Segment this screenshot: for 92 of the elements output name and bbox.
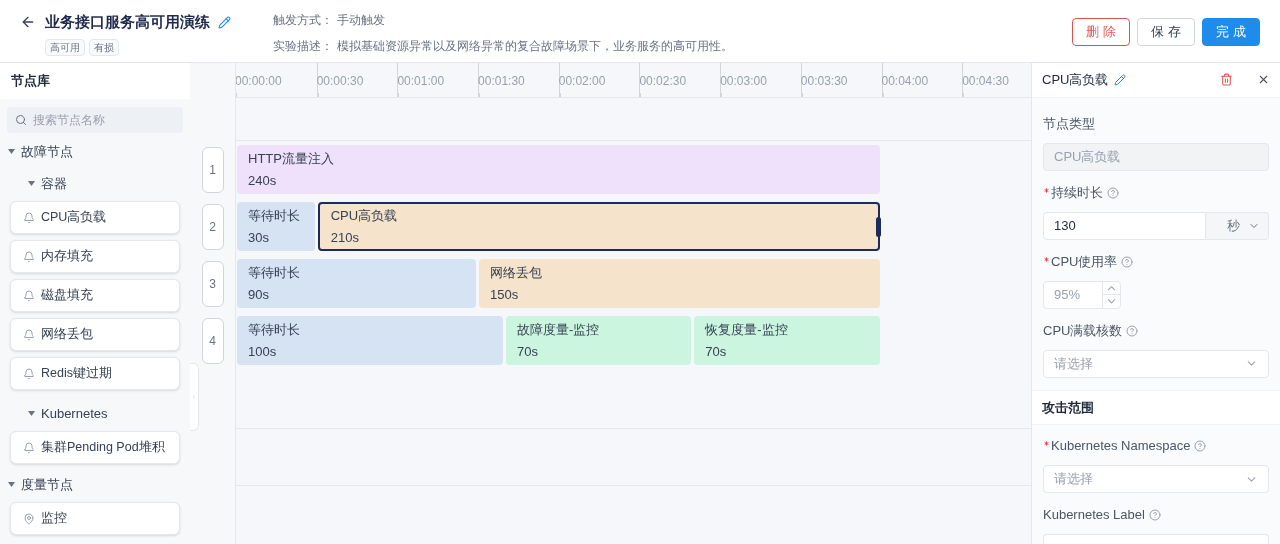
time-tick: 00:03:00 xyxy=(720,73,768,90)
tree-group-label[interactable]: 故障节点 xyxy=(21,141,73,162)
bell-icon xyxy=(23,211,35,224)
lane-number: 4 xyxy=(201,317,224,364)
number-input[interactable]: 95% xyxy=(1044,281,1102,308)
time-tick: 00:02:00 xyxy=(558,73,607,90)
time-tick: 00:00:30 xyxy=(316,73,365,90)
block-name: 故障度量-监控 xyxy=(517,320,601,339)
block-name: CPU高负载 xyxy=(330,206,399,225)
node-item[interactable]: 监控 xyxy=(10,502,180,535)
timeline-block[interactable]: HTTP流量注入 240s xyxy=(237,145,880,194)
search-icon xyxy=(15,114,27,126)
panel-title: 节点库 xyxy=(11,72,50,91)
unit-select[interactable]: 秒 xyxy=(1206,211,1269,240)
timeline-block[interactable]: 网络丢包 150s xyxy=(479,259,880,308)
input-field[interactable] xyxy=(1043,534,1269,544)
tag: 高可用 xyxy=(45,38,85,56)
description: 模拟基础资源异常以及网络异常的复合故障场景下，业务服务的高可用性。 xyxy=(337,38,733,55)
timeline-block[interactable]: 等待时长 100s xyxy=(237,316,503,365)
lane-number: 2 xyxy=(201,203,224,250)
block-duration: 240s xyxy=(248,172,278,190)
tree-group-label[interactable]: 容器 xyxy=(41,173,67,194)
node-item[interactable]: Redis键过期 xyxy=(10,357,180,390)
block-name: 等待时长 xyxy=(248,320,301,339)
edit-icon[interactable] xyxy=(218,15,231,29)
back-icon[interactable] xyxy=(20,14,36,30)
tree-group-label[interactable]: Kubernetes xyxy=(41,403,108,424)
caret-icon xyxy=(28,181,35,186)
node-item[interactable]: CPU高负载 xyxy=(10,201,180,234)
time-tick: 00:04:00 xyxy=(881,73,930,90)
field-label: 持续时长 xyxy=(1051,183,1103,202)
timeline-block[interactable]: 故障度量-监控 70s xyxy=(506,316,692,365)
field-label: CPU使用率 xyxy=(1051,252,1118,271)
block-name: 等待时长 xyxy=(248,263,301,282)
block-duration: 90s xyxy=(248,286,270,304)
field-label: 实验描述： xyxy=(273,38,333,55)
input-field[interactable]: 130 xyxy=(1043,211,1206,240)
block-name: 等待时长 xyxy=(248,206,301,225)
block-name: 恢复度量-监控 xyxy=(705,320,789,339)
block-name: 网络丢包 xyxy=(490,263,544,282)
pin-icon xyxy=(23,512,35,525)
time-tick: 00:03:30 xyxy=(800,73,849,90)
trigger-value: 手动触发 xyxy=(337,12,385,29)
resize-handle[interactable] xyxy=(875,217,881,237)
block-duration: 210s xyxy=(330,229,360,247)
node-item[interactable]: 内存填充 xyxy=(10,240,180,273)
panel-title: CPU高负载 xyxy=(1042,71,1109,89)
tag: 有损 xyxy=(89,38,119,56)
action-button[interactable]: 删 除 xyxy=(1072,18,1130,46)
number-field[interactable]: 95% xyxy=(1043,280,1121,309)
bell-icon xyxy=(23,367,35,380)
time-tick: 00:02:30 xyxy=(639,73,688,90)
search-input[interactable]: 搜索节点名称 xyxy=(33,111,173,129)
timeline-block[interactable]: 等待时长 30s xyxy=(237,202,315,251)
collapse-handle[interactable] xyxy=(190,363,199,431)
caret-icon xyxy=(8,482,15,487)
time-tick: 00:04:30 xyxy=(962,73,1010,90)
page-title: 业务接口服务高可用演练 xyxy=(45,12,210,32)
bell-icon xyxy=(23,289,35,302)
lane-number: 1 xyxy=(201,146,224,193)
timeline-block[interactable]: 等待时长 90s xyxy=(237,259,477,308)
field-label: Kubernetes Namespace xyxy=(1051,437,1191,456)
node-item[interactable]: 网络丢包 xyxy=(10,318,180,351)
timeline-block[interactable]: CPU高负载 210s xyxy=(317,202,880,251)
block-duration: 150s xyxy=(490,286,520,304)
lane-number: 3 xyxy=(201,260,224,307)
search-field[interactable]: 搜索节点名称 xyxy=(7,107,183,133)
tree-group-label[interactable]: 度量节点 xyxy=(21,474,73,495)
block-duration: 70s xyxy=(517,343,539,361)
caret-icon xyxy=(8,149,15,154)
caret-icon xyxy=(28,411,35,416)
field-label: 节点类型 xyxy=(1043,114,1095,133)
field-label: 触发方式： xyxy=(273,12,333,29)
delete-icon[interactable] xyxy=(1220,73,1233,87)
field-label: Kubernetes Label xyxy=(1043,506,1145,525)
node-item[interactable]: 磁盘填充 xyxy=(10,279,180,312)
timeline-block[interactable]: 恢复度量-监控 70s xyxy=(694,316,880,365)
time-tick: 00:01:30 xyxy=(478,73,526,90)
block-name: HTTP流量注入 xyxy=(248,149,335,168)
bell-icon xyxy=(23,250,35,263)
time-tick: 00:00:00 xyxy=(236,73,283,90)
section-title: 攻击范围 xyxy=(1042,398,1094,417)
bell-icon xyxy=(23,441,35,454)
time-tick: 00:01:00 xyxy=(397,73,446,90)
edit-icon[interactable] xyxy=(1114,73,1127,86)
block-duration: 70s xyxy=(705,343,728,361)
block-duration: 30s xyxy=(248,229,270,247)
field-label: CPU满载核数 xyxy=(1043,321,1123,340)
node-item[interactable]: 集群Pending Pod堆积 xyxy=(10,431,180,464)
bell-icon xyxy=(23,328,35,341)
block-duration: 100s xyxy=(248,343,278,361)
action-button[interactable]: 保 存 xyxy=(1137,18,1195,46)
